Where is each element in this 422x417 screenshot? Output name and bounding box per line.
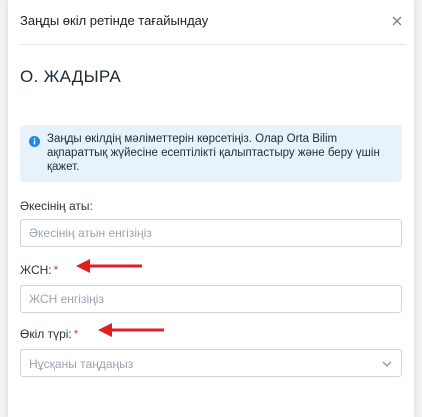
modal-dialog: Заңды өкіл ретінде тағайындау О. ЖАДЫРА … xyxy=(8,0,414,417)
info-icon xyxy=(29,136,40,147)
modal-title: Заңды өкіл ретінде тағайындау xyxy=(20,13,209,28)
annotation-arrow xyxy=(98,323,164,337)
info-box: Заңды өкілдің мәліметтерін көрсетіңіз. О… xyxy=(20,125,402,182)
father-name-label-text: Әкесінің аты: xyxy=(20,199,93,213)
father-name-input[interactable] xyxy=(20,219,402,247)
annotation-arrow xyxy=(76,259,142,273)
select-placeholder: Нұсқаны таңдаңыз xyxy=(29,357,134,371)
representative-type-label: Өкіл түрі: * xyxy=(20,327,78,341)
required-mark: * xyxy=(73,327,79,341)
father-name-label: Әкесінің аты: xyxy=(20,199,93,213)
iin-label-text: ЖСН: xyxy=(20,263,52,277)
close-icon[interactable] xyxy=(388,12,406,30)
iin-input[interactable] xyxy=(20,285,402,313)
required-mark: * xyxy=(53,263,59,277)
representative-type-select[interactable]: Нұсқаны таңдаңыз xyxy=(20,349,402,377)
chevron-down-icon xyxy=(382,361,392,367)
modal-header: Заңды өкіл ретінде тағайындау xyxy=(20,0,406,45)
person-name: О. ЖАДЫРА xyxy=(20,67,122,86)
info-text: Заңды өкілдің мәліметтерін көрсетіңіз. О… xyxy=(47,133,380,173)
iin-label: ЖСН: * xyxy=(20,263,58,277)
representative-type-label-text: Өкіл түрі: xyxy=(20,327,72,341)
